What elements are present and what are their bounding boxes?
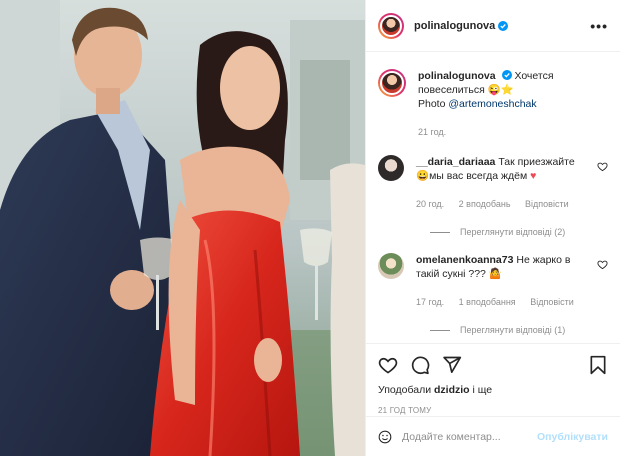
- emoji-icon[interactable]: [378, 427, 392, 447]
- post-header: polinalogunova •••: [366, 0, 620, 52]
- comment-like-heart-icon[interactable]: [597, 161, 608, 172]
- more-options-button[interactable]: •••: [590, 19, 608, 33]
- reply-button[interactable]: Відповісти: [525, 199, 569, 209]
- comment-meta: 20 год. 2 вподобань Відповісти: [416, 197, 588, 211]
- commenter-avatar[interactable]: [378, 155, 404, 181]
- caption-username[interactable]: polinalogunova: [418, 70, 496, 82]
- comment-time[interactable]: 17 год.: [416, 297, 444, 307]
- instagram-post: polinalogunova ••• polinalogunova Хочетс…: [0, 0, 620, 456]
- caption-meta: 21 год.: [418, 125, 608, 139]
- action-icons: [378, 352, 608, 378]
- post-actions: Уподобали dzidzio і ще 21 ГОД ТОМУ: [366, 343, 620, 415]
- comment-meta: 17 год. 1 вподобання Відповісти: [416, 295, 588, 309]
- publish-button[interactable]: Опублікувати: [537, 431, 608, 443]
- comment-icon[interactable]: [410, 355, 430, 375]
- likes-suffix: і ще: [469, 384, 493, 396]
- comments-feed[interactable]: polinalogunova Хочется повеселиться 😜⭐ P…: [366, 53, 620, 343]
- likes-summary[interactable]: Уподобали dzidzio і ще: [378, 384, 608, 396]
- comment-likes[interactable]: 2 вподобань: [459, 199, 511, 209]
- view-replies-label: Переглянути відповіді (2): [460, 227, 566, 237]
- verified-badge-icon: [501, 70, 512, 80]
- likes-user[interactable]: dzidzio: [434, 384, 470, 396]
- red-heart-emoji: ♥: [530, 170, 537, 182]
- comment-time[interactable]: 20 год.: [416, 199, 444, 209]
- post-timestamp[interactable]: 21 ГОД ТОМУ: [378, 406, 608, 415]
- author-avatar[interactable]: [378, 12, 404, 39]
- caption-photo-label: Photo: [418, 98, 449, 110]
- bookmark-icon[interactable]: [588, 355, 608, 375]
- comment-item: __daria_dariaaa Так приезжайте 😀мы вас в…: [378, 155, 608, 211]
- caption-text: polinalogunova Хочется повеселиться 😜⭐ P…: [418, 69, 608, 139]
- view-replies-button[interactable]: Переглянути відповіді (2): [430, 227, 608, 237]
- comment-username[interactable]: __daria_dariaaa: [416, 156, 495, 168]
- verified-badge-icon: [498, 20, 509, 31]
- comment-text: omelanenkoanna73 Не жарко в такій сукні …: [416, 253, 588, 309]
- replies-dash: [430, 329, 450, 331]
- comment-like-heart-icon[interactable]: [597, 259, 608, 270]
- heart-icon[interactable]: [378, 355, 398, 375]
- comment-username[interactable]: omelanenkoanna73: [416, 254, 513, 266]
- caption-avatar[interactable]: [378, 69, 406, 97]
- comment-input[interactable]: [401, 430, 537, 443]
- view-replies-label: Переглянути відповіді (1): [460, 325, 566, 335]
- caption-mention-link[interactable]: @artemoneshchak: [448, 98, 536, 110]
- view-replies-button[interactable]: Переглянути відповіді (1): [430, 325, 608, 335]
- caption-time[interactable]: 21 год.: [418, 127, 446, 137]
- replies-dash: [430, 231, 450, 233]
- comment-text: __daria_dariaaa Так приезжайте 😀мы вас в…: [416, 155, 588, 211]
- comment-likes[interactable]: 1 вподобання: [459, 297, 516, 307]
- likes-prefix: Уподобали: [378, 384, 434, 396]
- commenter-avatar[interactable]: [378, 253, 404, 279]
- post-photo[interactable]: [0, 0, 365, 456]
- share-icon[interactable]: [442, 355, 462, 375]
- caption-row: polinalogunova Хочется повеселиться 😜⭐ P…: [378, 69, 608, 139]
- post-side-panel: polinalogunova ••• polinalogunova Хочетс…: [365, 0, 620, 456]
- reply-button[interactable]: Відповісти: [530, 297, 574, 307]
- photo-illustration: [0, 0, 365, 456]
- comment-composer: Опублікувати: [366, 416, 620, 456]
- comment-item: omelanenkoanna73 Не жарко в такій сукні …: [378, 253, 608, 309]
- author-username[interactable]: polinalogunova: [414, 20, 495, 32]
